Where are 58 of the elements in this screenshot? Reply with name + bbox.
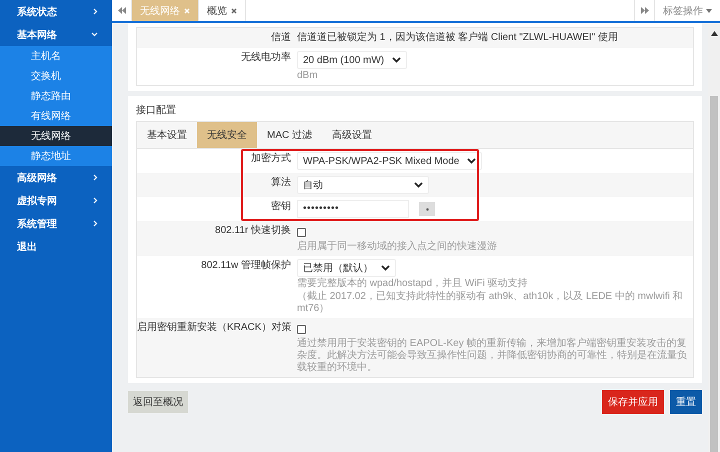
- settings-tab[interactable]: 基本设置: [137, 122, 197, 148]
- sidebar-subitem[interactable]: 有线网络: [0, 106, 112, 126]
- chevron-right-icon: [93, 197, 98, 204]
- reset-button[interactable]: 重置: [670, 390, 702, 414]
- sidebar-subitem[interactable]: 交换机: [0, 66, 112, 86]
- scroll-thumb[interactable]: [710, 96, 718, 452]
- field-label: 启用密钥重新安装（KRACK）对策: [137, 321, 292, 335]
- sidebar-subitem[interactable]: 静态地址: [0, 146, 112, 166]
- chevron-down-icon: [392, 57, 402, 63]
- save-button[interactable]: 保存并应用: [602, 390, 664, 414]
- field-label: 无线电功率: [240, 51, 292, 65]
- field-label: 信道: [270, 31, 292, 45]
- settings-tab[interactable]: 高级设置: [322, 122, 382, 148]
- double-right-arrow-icon: [640, 7, 648, 14]
- settings-tab[interactable]: 无线安全: [197, 122, 257, 148]
- select-field[interactable]: WPA-PSK/WPA2-PSK Mixed Mode: [297, 152, 482, 170]
- chevron-down-icon: [414, 182, 423, 188]
- chevron-right-icon: [93, 220, 98, 227]
- sidebar-subitem[interactable]: 静态路由: [0, 86, 112, 106]
- select-field[interactable]: 20 dBm (100 mW): [297, 51, 408, 69]
- page-tab[interactable]: 概览: [199, 0, 246, 21]
- chevron-down-icon: [381, 265, 390, 271]
- checkbox[interactable]: [297, 228, 306, 237]
- sidebar-item[interactable]: 高级网络: [0, 166, 112, 189]
- chevron-down-icon: [91, 32, 98, 37]
- chevron-right-icon: [93, 174, 98, 181]
- field-label: 802.11w 管理帧保护: [200, 259, 292, 273]
- chevron-right-icon: [93, 8, 98, 15]
- checkbox[interactable]: [297, 325, 306, 334]
- hint-text: （截止 2017.02，已知支持此特性的驱动有 ath9k、ath10k，以及 LEDE 中的 mwlwifi 和 mt76）: [297, 291, 684, 315]
- hint-text: 启用属于同一移动域的接入点之间的快速漫游: [297, 241, 498, 253]
- sidebar-subitem[interactable]: 主机名: [0, 46, 112, 66]
- hint-text: 需要完整版本的 wpad/hostapd，并且 WiFi 驱动支持: [297, 278, 529, 290]
- field-label: 密钥: [270, 200, 292, 214]
- field-value: 信道道已被锁定为 1，因为该信道被 客户端 Client "ZLWL-HUAWEI" 使用: [297, 32, 618, 43]
- scroll-up-icon[interactable]: [710, 31, 718, 36]
- dot-icon: [424, 208, 430, 210]
- hint-text: 通过禁用用于安装密钥的 EAPOL-Key 帧的重新传输，来增加客户端密钥重安装攻击的复杂度。此解决方法可能会导致互操作性问题，并降低密钥协商的可靠性，特别是在流量负载较重的环境中。: [297, 338, 687, 374]
- sidebar-subitem[interactable]: 无线网络: [0, 126, 112, 146]
- double-left-arrow-icon: [118, 7, 126, 14]
- section-title: 接口配置: [136, 104, 177, 118]
- chevron-down-icon: [467, 158, 476, 164]
- sidebar-item[interactable]: 基本网络: [0, 23, 112, 46]
- caret-down-icon: [706, 8, 712, 12]
- select-field[interactable]: 已禁用（默认）: [297, 259, 396, 277]
- select-field[interactable]: 自动: [297, 176, 429, 194]
- close-icon[interactable]: [231, 8, 237, 14]
- password-field[interactable]: •••••••••: [297, 200, 409, 218]
- back-button[interactable]: 返回至概况: [128, 391, 188, 413]
- field-label: 算法: [270, 176, 292, 190]
- settings-tab[interactable]: MAC 过滤: [257, 122, 322, 148]
- sidebar-item[interactable]: 系统管理: [0, 212, 112, 235]
- field-label: 802.11r 快速切换: [214, 224, 292, 238]
- sidebar-item[interactable]: 虚拟专网: [0, 189, 112, 212]
- sidebar-item[interactable]: 系统状态: [0, 0, 112, 23]
- field-label: 加密方式: [250, 152, 292, 166]
- sidebar-item[interactable]: 退出: [0, 235, 112, 258]
- hint-text: dBm: [297, 70, 319, 82]
